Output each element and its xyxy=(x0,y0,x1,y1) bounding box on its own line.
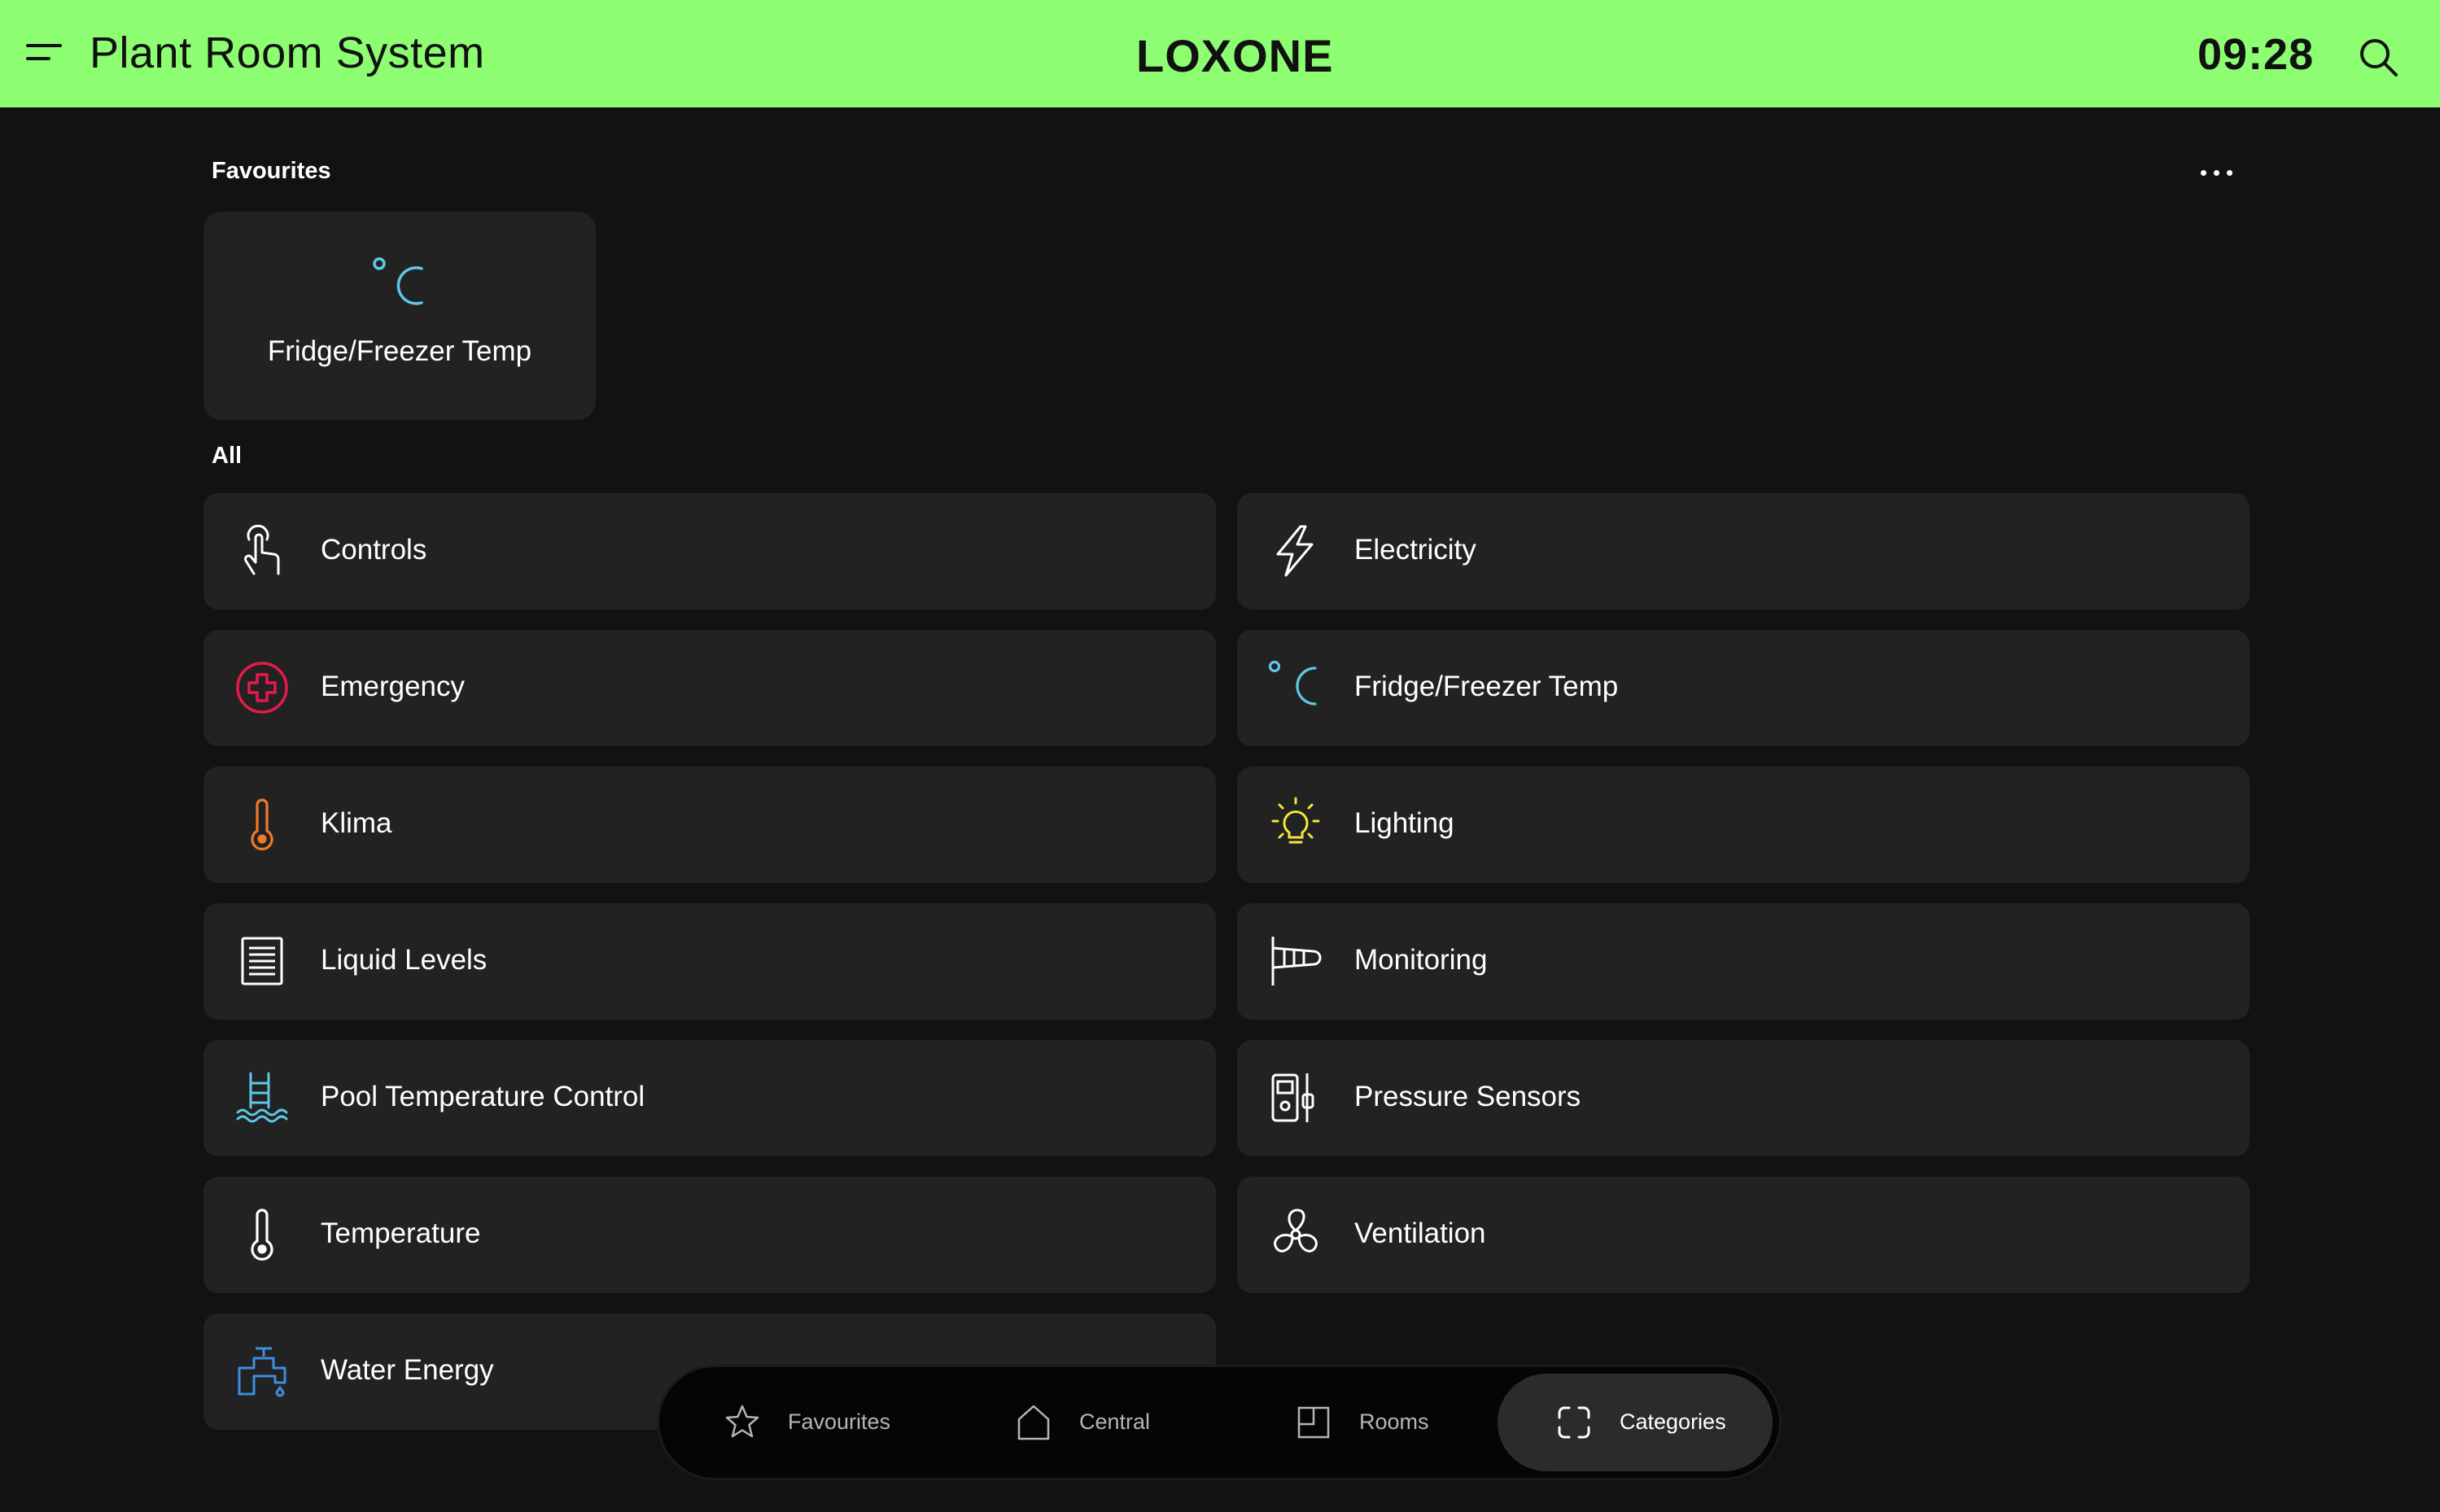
category-emergency[interactable]: Emergency xyxy=(203,630,1216,746)
house-icon xyxy=(1014,1403,1053,1442)
tab-categories[interactable]: Categories xyxy=(1498,1374,1773,1471)
dot xyxy=(2214,170,2219,176)
favourite-tile-fridge-freezer-temp[interactable]: Fridge/Freezer Temp xyxy=(203,212,596,420)
tab-label: Rooms xyxy=(1359,1409,1429,1434)
tab-favourites[interactable]: Favourites xyxy=(666,1374,942,1471)
tab-label: Central xyxy=(1079,1409,1151,1434)
search-icon xyxy=(2360,39,2398,76)
category-controls[interactable]: Controls xyxy=(203,493,1216,610)
thermometer-icon xyxy=(234,1207,290,1262)
celsius-icon xyxy=(1268,660,1323,715)
category-label: Temperature xyxy=(321,1217,481,1249)
dot xyxy=(2227,170,2232,176)
menu-line xyxy=(26,57,50,60)
app-title: Plant Room System xyxy=(90,28,485,77)
category-monitoring[interactable]: Monitoring xyxy=(1237,903,2250,1020)
category-fridge-freezer-temp[interactable]: Fridge/Freezer Temp xyxy=(1237,630,2250,746)
category-label: Emergency xyxy=(321,671,466,702)
category-pressure-sensors[interactable]: Pressure Sensors xyxy=(1237,1040,2250,1156)
category-lighting[interactable]: Lighting xyxy=(1237,767,2250,883)
medical-cross-icon xyxy=(234,660,290,715)
star-icon xyxy=(723,1403,762,1442)
category-liquid-levels[interactable]: Liquid Levels xyxy=(203,903,1216,1020)
light-bulb-icon xyxy=(1268,797,1323,852)
windsock-icon xyxy=(1268,933,1323,989)
document-lines-icon xyxy=(234,933,290,989)
water-tap-icon xyxy=(234,1344,290,1399)
categories-icon xyxy=(1555,1403,1594,1442)
category-label: Monitoring xyxy=(1354,944,1488,976)
tab-label: Favourites xyxy=(788,1409,891,1434)
hamburger-menu-button[interactable] xyxy=(26,39,65,68)
category-label: Controls xyxy=(321,534,427,566)
category-label: Pressure Sensors xyxy=(1354,1081,1581,1112)
favourite-tile-label: Fridge/Freezer Temp xyxy=(267,335,532,367)
lightning-bolt-icon xyxy=(1268,523,1323,579)
brand-logo: LOXONE xyxy=(1136,30,1334,81)
room-icon xyxy=(1294,1403,1333,1442)
category-electricity[interactable]: Electricity xyxy=(1237,493,2250,610)
category-pool-temperature-control[interactable]: Pool Temperature Control xyxy=(203,1040,1216,1156)
pressure-sensor-icon xyxy=(1268,1070,1323,1125)
category-label: Fridge/Freezer Temp xyxy=(1354,671,1619,702)
category-label: Water Energy xyxy=(321,1354,494,1386)
clock: 09:28 xyxy=(2197,30,2315,79)
all-heading: All xyxy=(212,443,243,469)
category-ventilation[interactable]: Ventilation xyxy=(1237,1177,2250,1293)
more-options-button[interactable] xyxy=(2197,156,2237,189)
tab-label: Categories xyxy=(1620,1409,1726,1434)
touch-hand-icon xyxy=(234,523,290,579)
thermometer-icon xyxy=(234,797,290,852)
category-label: Electricity xyxy=(1354,534,1476,566)
category-label: Lighting xyxy=(1354,807,1454,839)
category-label: Liquid Levels xyxy=(321,944,488,976)
fan-icon xyxy=(1268,1207,1323,1262)
pool-ladder-icon xyxy=(234,1070,290,1125)
tab-rooms[interactable]: Rooms xyxy=(1237,1374,1514,1471)
category-label: Ventilation xyxy=(1354,1217,1486,1249)
search-button[interactable] xyxy=(2357,36,2399,78)
category-label: Pool Temperature Control xyxy=(321,1081,645,1112)
category-temperature[interactable]: Temperature xyxy=(203,1177,1216,1293)
tab-central[interactable]: Central xyxy=(957,1374,1234,1471)
favourites-heading: Favourites xyxy=(212,158,331,184)
bottom-tab-bar: Favourites Central Rooms Categories xyxy=(659,1367,1779,1478)
celsius-icon xyxy=(371,256,430,317)
top-bar: Plant Room System LOXONE 09:28 xyxy=(0,0,2440,107)
category-label: Klima xyxy=(321,807,392,839)
category-klima[interactable]: Klima xyxy=(203,767,1216,883)
menu-line xyxy=(26,44,62,47)
dot xyxy=(2201,170,2206,176)
